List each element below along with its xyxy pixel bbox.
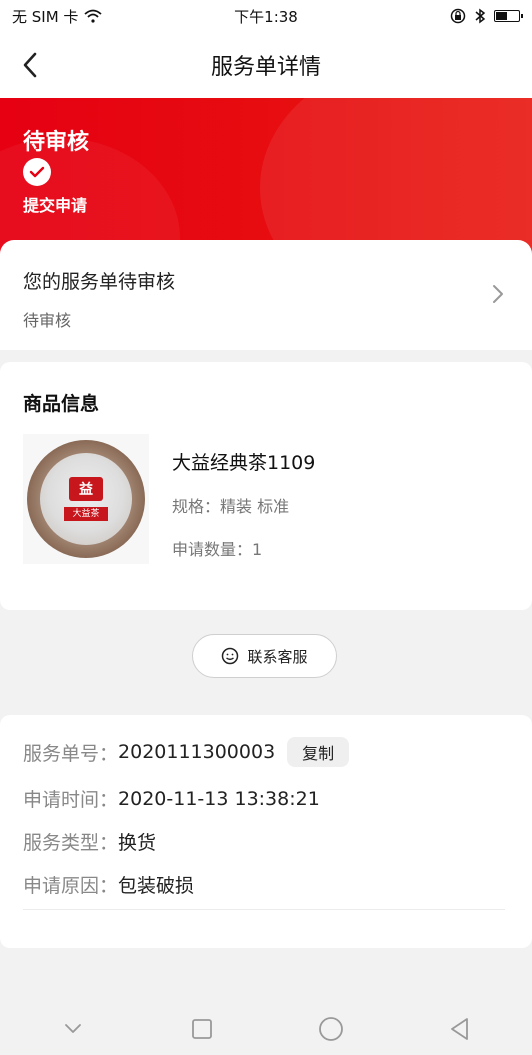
- order-number-row: 服务单号： 2020111300003 复制: [23, 737, 350, 767]
- apply-time-row: 申请时间： 2020-11-13 13:38:21: [23, 785, 320, 812]
- product-spec: 规格：精装 标准: [172, 497, 290, 516]
- hero-decoration: [260, 98, 532, 258]
- contact-service-label: 联系客服: [247, 647, 308, 666]
- order-info-card: 服务单号： 2020111300003 复制 申请时间： 2020-11-13 …: [0, 715, 532, 948]
- chevron-left-icon: [23, 52, 37, 78]
- apply-reason-label: 申请原因：: [23, 875, 119, 897]
- contact-service-button[interactable]: 联系客服: [192, 634, 337, 678]
- service-type-value: 换货: [118, 832, 157, 854]
- page-title: 服务单详情: [210, 55, 321, 80]
- tea-label: 大益茶: [64, 507, 108, 521]
- nav-collapse-button[interactable]: [49, 1005, 97, 1053]
- battery-icon: [494, 10, 523, 22]
- nav-back-button[interactable]: [436, 1005, 484, 1053]
- status-bar: 无 SIM 卡 下午1:38: [0, 0, 532, 32]
- nav-recents-button[interactable]: [178, 1005, 226, 1053]
- status-time: 下午1:38: [234, 7, 298, 26]
- chevron-right-icon: [493, 285, 503, 303]
- nav-home-button[interactable]: [307, 1005, 355, 1053]
- tea-cake-image: 益 大益茶: [27, 440, 145, 558]
- apply-time-label: 申请时间：: [23, 789, 119, 811]
- bluetooth-icon: [475, 8, 486, 24]
- product-name: 大益经典茶1109: [172, 452, 316, 474]
- goods-card: 商品信息 益 大益茶 大益经典茶1109 规格：精装 标准 申请数量：1: [0, 362, 532, 610]
- tea-logo: 益: [69, 477, 103, 501]
- chevron-down-icon: [64, 1024, 81, 1033]
- status-card-subtitle: 待审核: [23, 311, 72, 330]
- square-icon: [191, 1019, 212, 1039]
- carrier-label: 无 SIM 卡: [12, 7, 79, 26]
- hero-status-title: 待审核: [23, 130, 90, 155]
- apply-reason-row: 申请原因： 包装破损: [23, 871, 194, 898]
- status-card[interactable]: 您的服务单待审核 待审核: [0, 240, 532, 350]
- order-number-label: 服务单号：: [23, 742, 119, 765]
- goods-heading: 商品信息: [23, 393, 100, 415]
- system-nav-bar: [0, 1003, 532, 1055]
- apply-time-value: 2020-11-13 13:38:21: [118, 787, 320, 810]
- status-left: 无 SIM 卡: [12, 6, 192, 27]
- divider: [23, 909, 505, 910]
- service-type-label: 服务类型：: [23, 832, 119, 854]
- circle-icon: [318, 1017, 343, 1041]
- status-right: [340, 8, 523, 24]
- product-image[interactable]: 益 大益茶: [23, 434, 149, 564]
- product-quantity: 申请数量：1: [172, 540, 263, 559]
- service-type-row: 服务类型： 换货: [23, 828, 156, 855]
- back-button[interactable]: [14, 49, 46, 81]
- order-number-value: 2020111300003: [118, 741, 276, 763]
- smiley-chat-icon: [222, 647, 239, 665]
- nav-bar: 服务单详情: [0, 32, 532, 98]
- triangle-back-icon: [450, 1018, 468, 1040]
- copy-button[interactable]: 复制: [287, 737, 350, 767]
- check-icon: [23, 158, 51, 186]
- status-card-title: 您的服务单待审核: [23, 271, 176, 293]
- hero-step-label: 提交申请: [23, 196, 88, 215]
- wifi-icon: [84, 9, 103, 23]
- status-hero: 待审核 提交申请: [0, 98, 532, 258]
- apply-reason-value: 包装破损: [118, 875, 195, 897]
- lock-rotation-icon: [450, 8, 466, 24]
